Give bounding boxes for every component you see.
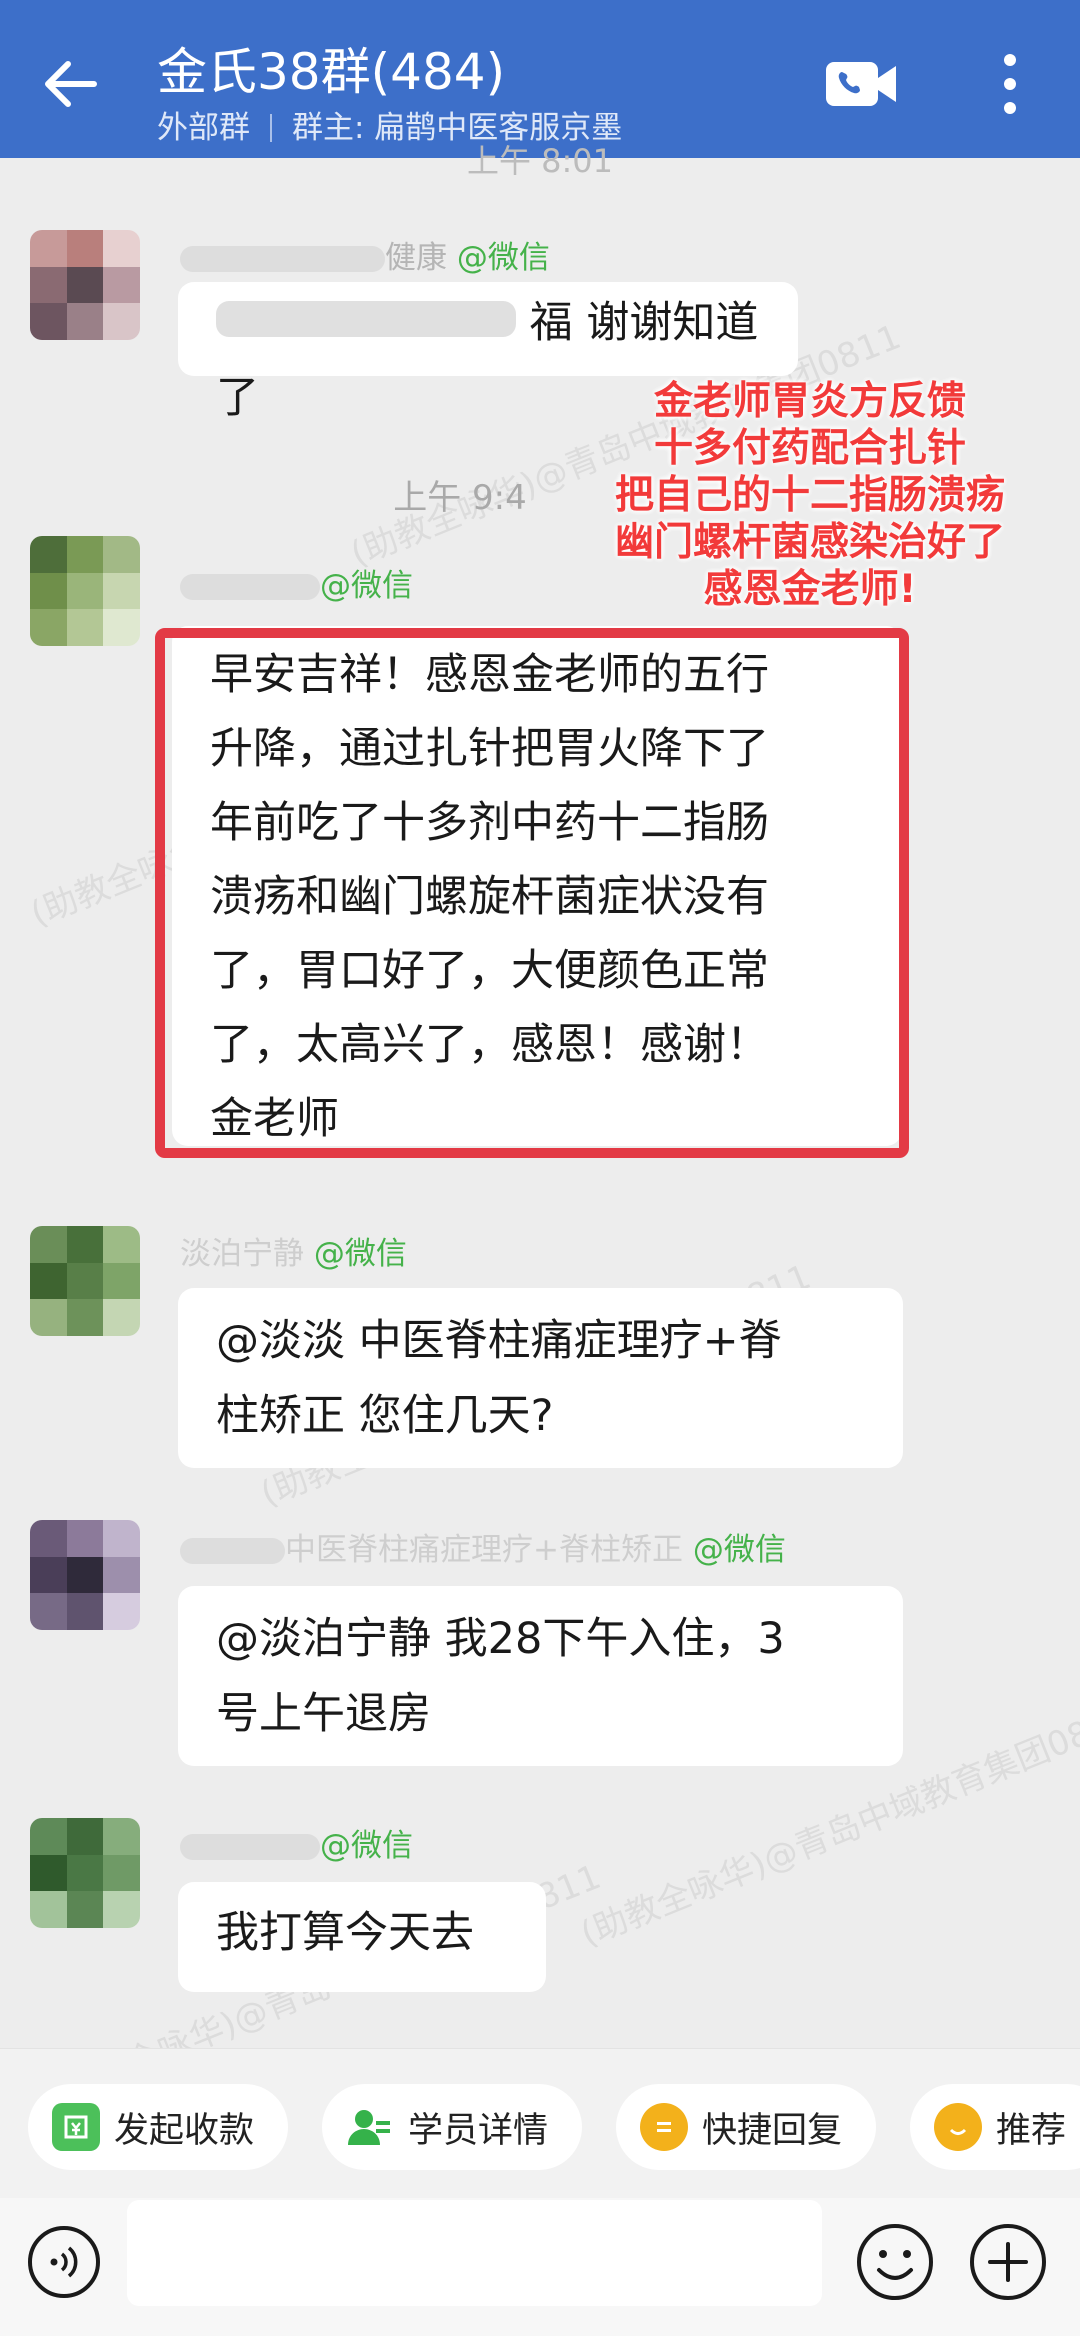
avatar[interactable] [30,1520,140,1630]
wechat-source-tag: @微信 [320,568,413,604]
chip-label: 学员详情 [408,2110,549,2151]
highlight-box [155,628,909,1158]
student-details-button[interactable]: 学员详情 [322,2084,583,2170]
annotation-line: 把自己的十二指肠溃疡 [614,473,1005,518]
student-icon [346,2103,394,2151]
quick-reply-button[interactable]: 快捷回复 [616,2084,877,2170]
payment-button[interactable]: 发起收款 [28,2084,289,2170]
annotation-line: 感恩金老师! [703,567,917,612]
red-annotation: 金老师胃炎方反馈 十多付药配合扎针 把自己的十二指肠溃疡 幽门螺杆菌感染治好了 … [560,378,1060,613]
sender-name: 健康 @微信 [180,232,550,277]
annotation-line: 金老师胃炎方反馈 [653,379,966,424]
voice-input-icon[interactable] [26,2224,102,2300]
message-bubble[interactable]: 福 谢谢知道了 [178,282,798,423]
input-bar [0,2198,1080,2336]
message-bubble[interactable]: @淡淡 中医脊柱痛症理疗+脊 柱矫正 您住几天? [178,1288,903,1468]
message-line: 柱矫正 您住几天? [216,1391,554,1441]
more-options-icon[interactable] [990,48,1030,120]
annotation-line: 幽门螺杆菌感染治好了 [614,520,1005,565]
avatar[interactable] [30,230,140,340]
wechat-source-tag: @微信 [320,1828,413,1864]
sender-name: @微信 [180,560,413,605]
redacted-name [180,1538,285,1564]
group-title[interactable]: 金氏38群(484) [157,32,505,104]
message-bubble[interactable]: 我打算今天去 [178,1882,546,1992]
redacted-name [180,246,385,272]
redacted-name [180,1834,320,1860]
quick-reply-icon [640,2103,688,2151]
chip-label: 快捷回复 [702,2110,843,2151]
message-line: @淡淡 中医脊柱痛症理疗+脊 [216,1316,782,1366]
avatar[interactable] [30,1226,140,1336]
add-attachment-icon[interactable] [968,2222,1048,2302]
quick-action-bar: 发起收款 学员详情 快捷回复 推荐 [0,2048,1080,2198]
sender-name: 淡泊宁静 @微信 [180,1236,407,1272]
recommend-button[interactable]: 推荐 [910,2084,1080,2170]
sender-name: 中医脊柱痛症理疗+脊柱矫正 @微信 [180,1524,786,1569]
emoji-icon[interactable] [855,2222,935,2302]
message-line: 号上午退房 [216,1689,431,1739]
wechat-source-tag: @微信 [313,1236,407,1272]
annotation-line: 十多付药配合扎针 [653,426,966,471]
back-arrow-icon[interactable] [36,48,108,120]
chip-label: 推荐 [996,2110,1067,2151]
sender-name: @微信 [180,1820,413,1865]
redacted-name [180,574,320,600]
message-text: 我打算今天去 [216,1908,474,1958]
wechat-source-tag: @微信 [456,240,550,276]
wechat-source-tag: @微信 [692,1532,786,1568]
timestamp: 上午 8:01 [466,142,614,180]
message-line: @淡泊宁静 我28下午入住，3 [216,1614,785,1664]
message-bubble[interactable]: @淡泊宁静 我28下午入住，3 号上午退房 [178,1586,903,1766]
payment-icon [52,2103,100,2151]
message-list[interactable]: (助教全咏华)@青岛中域教育集团0811 (助教全咏华)@青岛中域教育集团081… [0,142,1080,2115]
avatar[interactable] [30,536,140,646]
video-call-icon[interactable] [824,56,898,112]
message-input[interactable] [127,2200,822,2306]
recommend-icon [934,2103,982,2151]
chip-label: 发起收款 [114,2110,255,2151]
chat-header: 金氏38群(484) 外部群 群主: 扁鹊中医客服京墨 [0,0,1080,158]
avatar[interactable] [30,1818,140,1928]
redacted-text [216,301,516,337]
